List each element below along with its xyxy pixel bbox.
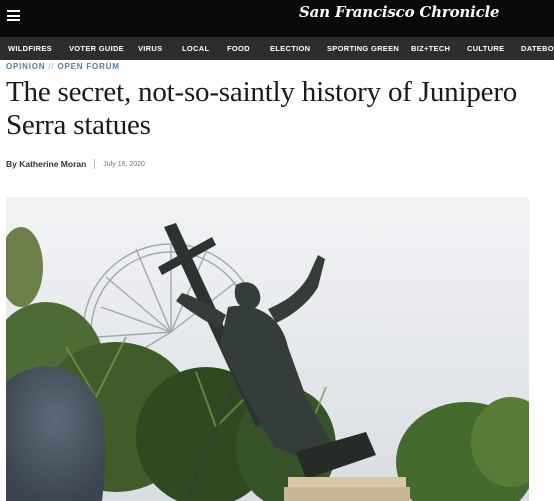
- hamburger-menu-icon[interactable]: [7, 10, 20, 21]
- nav-item-wildfires[interactable]: WILDFIRES: [8, 44, 52, 53]
- breadcrumb-open-forum[interactable]: OPEN FORUM: [57, 62, 119, 71]
- top-bar: San Francisco Chronicle: [0, 0, 554, 37]
- byline-divider: [94, 159, 96, 169]
- article-headline: The secret, not-so-saintly history of Ju…: [6, 76, 518, 141]
- byline: By Katherine Moran July 16, 2020: [6, 159, 145, 169]
- toppled-statue-photo: [6, 197, 529, 501]
- nav-item-culture[interactable]: CULTURE: [467, 44, 504, 53]
- breadcrumb: OPINION//OPEN FORUM: [6, 62, 120, 71]
- author-name[interactable]: By Katherine Moran: [6, 159, 86, 169]
- nav-item-local[interactable]: LOCAL: [182, 44, 209, 53]
- breadcrumb-separator: //: [48, 62, 55, 71]
- nav-item-election[interactable]: ELECTION: [270, 44, 310, 53]
- publish-date: July 16, 2020: [103, 160, 145, 168]
- nav-item-voter-guide[interactable]: VOTER GUIDE: [69, 44, 124, 53]
- nav-item-virus[interactable]: VIRUS: [138, 44, 162, 53]
- section-nav: WILDFIRES VOTER GUIDE VIRUS LOCAL FOOD E…: [0, 37, 554, 60]
- nav-item-sporting-green[interactable]: SPORTING GREEN: [327, 44, 399, 53]
- nav-item-food[interactable]: FOOD: [227, 44, 250, 53]
- nav-item-biz-tech[interactable]: BIZ+TECH: [411, 44, 450, 53]
- site-logo[interactable]: San Francisco Chronicle: [299, 3, 500, 21]
- breadcrumb-opinion[interactable]: OPINION: [6, 62, 45, 71]
- nav-item-datebook[interactable]: DATEBOOK: [521, 44, 554, 53]
